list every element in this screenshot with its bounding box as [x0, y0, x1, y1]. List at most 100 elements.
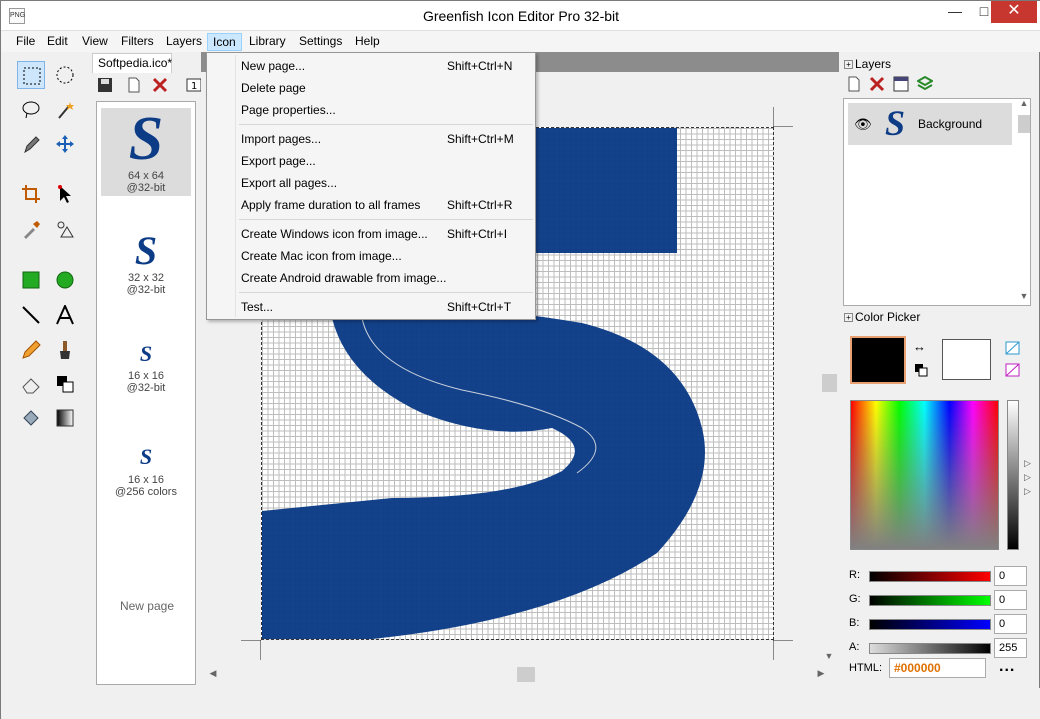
primary-color-swatch[interactable] — [850, 336, 906, 384]
eraser-icon — [22, 378, 40, 394]
blue-slider[interactable] — [869, 619, 991, 630]
inverse-color-icon[interactable] — [1005, 363, 1021, 377]
menu-help[interactable]: Help — [350, 33, 385, 51]
crop-tool[interactable] — [17, 180, 45, 208]
color-spectrum[interactable] — [850, 400, 999, 550]
page-depth: @32-bit — [126, 382, 166, 394]
menu-file[interactable]: File — [11, 33, 40, 51]
line-tool[interactable] — [17, 301, 45, 329]
scroll-left-arrow[interactable]: ◀ — [205, 668, 221, 679]
layer-properties-icon[interactable] — [891, 76, 911, 96]
save-icon[interactable] — [95, 77, 115, 97]
menu-apply-frame-duration[interactable]: Apply frame duration to all frames Shift… — [207, 194, 535, 216]
layers-scroll-down[interactable]: ▼ — [1016, 291, 1032, 301]
lasso-tool[interactable] — [17, 96, 45, 124]
scroll-down-arrow[interactable]: ▼ — [821, 651, 837, 661]
eye-icon[interactable]: 👁 — [854, 116, 872, 133]
green-slider[interactable] — [869, 595, 991, 606]
minimize-button[interactable]: — — [940, 1, 970, 23]
delete-layer-icon[interactable] — [867, 76, 887, 96]
pen-selection-tool[interactable] — [17, 130, 45, 158]
layer-name: Background — [918, 117, 983, 131]
menu-export-all-pages[interactable]: Export all pages... — [207, 172, 535, 194]
brush-tool[interactable] — [51, 336, 79, 364]
layers-header[interactable]: + Layers — [844, 57, 891, 71]
pencil-tool[interactable] — [17, 336, 45, 364]
fill-tool[interactable] — [17, 404, 45, 432]
page-item[interactable]: S 16 x 16 @256 colors — [101, 440, 191, 500]
blue-value[interactable]: 0 — [994, 614, 1027, 634]
marquee-ellipse-tool[interactable] — [51, 61, 79, 89]
swap-colors-icon[interactable]: ↔ — [913, 339, 926, 354]
menu-delete-page[interactable]: Delete page — [207, 77, 535, 99]
menu-icon[interactable]: Icon — [207, 33, 242, 51]
layers-list[interactable]: 👁 S Background ▲ ▼ — [843, 98, 1031, 306]
new-layer-icon[interactable] — [844, 76, 864, 96]
merge-layers-icon[interactable] — [915, 75, 935, 96]
alpha-channel-row: A: 255 — [849, 638, 1035, 658]
text-tool[interactable] — [51, 301, 79, 329]
marquee-rect-tool[interactable] — [17, 61, 45, 89]
more-options-button[interactable]: ... — [999, 658, 1015, 676]
alpha-slider[interactable] — [869, 643, 991, 654]
page-item[interactable]: S 64 x 64 @32-bit — [101, 108, 191, 196]
move-tool[interactable] — [51, 130, 79, 158]
layers-scroll-thumb[interactable] — [1018, 115, 1030, 133]
ellipse-tool[interactable] — [51, 266, 79, 294]
menu-filters[interactable]: Filters — [116, 33, 159, 51]
menu-view[interactable]: View — [77, 33, 113, 51]
luminance-bar[interactable] — [1007, 400, 1019, 550]
layers-scroll-up[interactable]: ▲ — [1016, 98, 1032, 108]
eraser-tool[interactable] — [17, 370, 45, 398]
menu-create-mac-icon[interactable]: Create Mac icon from image... — [207, 245, 535, 267]
color-swap-tool[interactable] — [51, 370, 79, 398]
page-item[interactable]: S 16 x 16 @32-bit — [101, 338, 191, 398]
right-panel: + Layers 👁 S Background ▲ ▼ + Color Pick… — [841, 52, 1037, 686]
page-size: 64 x 64 — [127, 170, 165, 182]
html-color-field[interactable]: #000000 — [889, 658, 986, 678]
page-item[interactable]: S 32 x 32 @32-bit — [101, 230, 191, 300]
alpha-value[interactable]: 255 — [994, 638, 1027, 658]
page-thumbnail: S — [139, 341, 153, 366]
menu-settings[interactable]: Settings — [294, 33, 347, 51]
secondary-color-swatch[interactable] — [942, 339, 991, 380]
menu-test[interactable]: Test... Shift+Ctrl+T — [207, 296, 535, 318]
menu-library[interactable]: Library — [244, 33, 291, 51]
transparent-color-icon[interactable] — [1005, 341, 1021, 355]
pointer-tool[interactable] — [51, 180, 79, 208]
green-value[interactable]: 0 — [994, 590, 1027, 610]
rectangle-tool[interactable] — [17, 266, 45, 294]
eyedropper-tool[interactable] — [17, 215, 45, 243]
new-page-icon[interactable] — [124, 77, 144, 97]
new-page-link[interactable]: New page — [97, 599, 197, 613]
menu-create-android-drawable[interactable]: Create Android drawable from image... — [207, 267, 535, 289]
canvas-vertical-scrollbar[interactable]: ▼ — [821, 121, 838, 666]
menu-create-windows-icon[interactable]: Create Windows icon from image... Shift+… — [207, 223, 535, 245]
red-slider[interactable] — [869, 571, 991, 582]
pen-selection-icon — [24, 136, 40, 154]
menu-new-page[interactable]: New page... Shift+Ctrl+N — [207, 55, 535, 77]
magic-wand-tool[interactable] — [51, 96, 79, 124]
horizontal-scroll-thumb[interactable] — [517, 667, 535, 682]
red-value[interactable]: 0 — [994, 566, 1027, 586]
close-button[interactable]: ✕ — [991, 1, 1037, 23]
vertical-scroll-thumb[interactable] — [822, 374, 837, 392]
expand-icon[interactable]: + — [844, 60, 853, 70]
menu-edit[interactable]: Edit — [42, 33, 73, 51]
marquee-ellipse-icon — [56, 66, 74, 84]
color-replace-tool[interactable] — [51, 215, 79, 243]
luminance-arrows[interactable]: ▷ ▷ ▷ — [1024, 456, 1031, 498]
menu-page-properties[interactable]: Page properties... — [207, 99, 535, 121]
reset-colors-icon[interactable] — [914, 363, 928, 377]
document-tab[interactable]: Softpedia.ico* — [92, 53, 172, 73]
delete-page-icon[interactable] — [150, 77, 170, 97]
scroll-right-arrow[interactable]: ▶ — [813, 668, 829, 679]
pages-list[interactable]: S 64 x 64 @32-bit S 32 x 32 @32-bit S 16… — [96, 101, 196, 685]
menu-import-pages[interactable]: Import pages... Shift+Ctrl+M — [207, 128, 535, 150]
menu-layers[interactable]: Layers — [161, 33, 207, 51]
gradient-tool[interactable] — [51, 404, 79, 432]
layer-row[interactable]: 👁 S Background — [848, 103, 1012, 145]
color-picker-header[interactable]: + Color Picker — [844, 310, 920, 324]
expand-icon[interactable]: + — [844, 313, 853, 323]
menu-export-page[interactable]: Export page... — [207, 150, 535, 172]
